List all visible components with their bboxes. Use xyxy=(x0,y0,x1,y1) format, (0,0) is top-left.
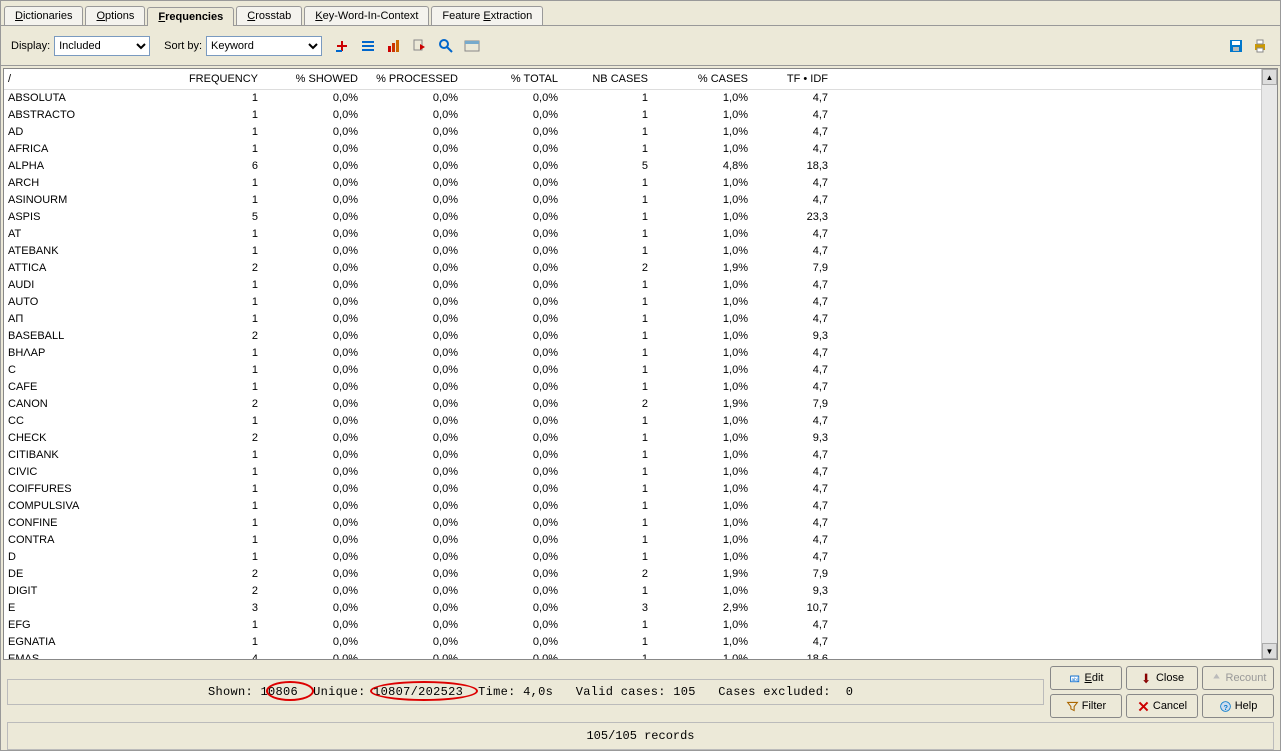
window-icon[interactable] xyxy=(462,36,482,56)
table-row[interactable]: CAFE10,0%0,0%0,0%11,0%4,7 xyxy=(4,378,1261,395)
find-icon[interactable] xyxy=(436,36,456,56)
edit-button[interactable]: ab|Edit xyxy=(1050,666,1122,690)
table-row[interactable]: EGNATIA10,0%0,0%0,0%11,0%4,7 xyxy=(4,633,1261,650)
table-row[interactable]: BHΛAP10,0%0,0%0,0%11,0%4,7 xyxy=(4,344,1261,361)
col-tf-idf[interactable]: TF • IDF xyxy=(756,69,836,89)
table-row[interactable]: CANON20,0%0,0%0,0%21,9%7,9 xyxy=(4,395,1261,412)
close-button[interactable]: Close xyxy=(1126,666,1198,690)
col-frequency[interactable]: FREQUENCY xyxy=(176,69,266,89)
col--cases[interactable]: % CASES xyxy=(656,69,756,89)
table-row[interactable]: ABSTRACTO10,0%0,0%0,0%11,0%4,7 xyxy=(4,106,1261,123)
tab-frequencies[interactable]: Frequencies xyxy=(147,7,234,26)
table-row[interactable]: AT10,0%0,0%0,0%11,0%4,7 xyxy=(4,225,1261,242)
table-row[interactable]: EMAS40,0%0,0%0,0%11,0%18,6 xyxy=(4,650,1261,659)
col--processed[interactable]: % PROCESSED xyxy=(366,69,466,89)
table-row[interactable]: ATEBANK10,0%0,0%0,0%11,0%4,7 xyxy=(4,242,1261,259)
tab-feature-extraction[interactable]: Feature Extraction xyxy=(431,6,543,25)
recount-button: Recount xyxy=(1202,666,1274,690)
table-row[interactable]: ATTICA20,0%0,0%0,0%21,9%7,9 xyxy=(4,259,1261,276)
chart-icon[interactable] xyxy=(384,36,404,56)
col--total[interactable]: % TOTAL xyxy=(466,69,566,89)
table-row[interactable]: DIGIT20,0%0,0%0,0%11,0%9,3 xyxy=(4,582,1261,599)
save-icon[interactable] xyxy=(1226,36,1246,56)
tab-options[interactable]: Options xyxy=(85,6,145,25)
list-icon[interactable] xyxy=(358,36,378,56)
frequency-grid[interactable]: /FREQUENCY% SHOWED% PROCESSED% TOTALNB C… xyxy=(4,69,1261,659)
export-icon[interactable] xyxy=(410,36,430,56)
table-row[interactable]: COIFFURES10,0%0,0%0,0%11,0%4,7 xyxy=(4,480,1261,497)
filter-button[interactable]: Filter xyxy=(1050,694,1122,718)
svg-text:?: ? xyxy=(1223,702,1228,711)
table-row[interactable]: ARCH10,0%0,0%0,0%11,0%4,7 xyxy=(4,174,1261,191)
table-row[interactable]: AUTO10,0%0,0%0,0%11,0%4,7 xyxy=(4,293,1261,310)
add-remove-icon[interactable] xyxy=(332,36,352,56)
col-nb-cases[interactable]: NB CASES xyxy=(566,69,656,89)
tab-key-word-in-context[interactable]: Key-Word-In-Context xyxy=(304,6,429,25)
tab-bar: DictionariesOptionsFrequenciesCrosstabKe… xyxy=(1,1,1280,26)
records-bar: 105/105 records xyxy=(7,722,1274,750)
toolbar: Display: Included Sort by: Keyword xyxy=(1,26,1280,66)
sort-by-label: Sort by: xyxy=(164,40,202,52)
help-button[interactable]: ?Help xyxy=(1202,694,1274,718)
cancel-button[interactable]: Cancel xyxy=(1126,694,1198,718)
table-row[interactable]: CC10,0%0,0%0,0%11,0%4,7 xyxy=(4,412,1261,429)
table-row[interactable]: AFRICA10,0%0,0%0,0%11,0%4,7 xyxy=(4,140,1261,157)
table-row[interactable]: AΠ10,0%0,0%0,0%11,0%4,7 xyxy=(4,310,1261,327)
display-select[interactable]: Included xyxy=(54,36,150,56)
table-row[interactable]: AUDI10,0%0,0%0,0%11,0%4,7 xyxy=(4,276,1261,293)
col--showed[interactable]: % SHOWED xyxy=(266,69,366,89)
table-row[interactable]: EFG10,0%0,0%0,0%11,0%4,7 xyxy=(4,616,1261,633)
edit-label: dit xyxy=(1092,672,1104,684)
tab-crosstab[interactable]: Crosstab xyxy=(236,6,302,25)
table-row[interactable]: D10,0%0,0%0,0%11,0%4,7 xyxy=(4,548,1261,565)
tab-dictionaries[interactable]: Dictionaries xyxy=(4,6,83,25)
display-label: Display: xyxy=(11,40,50,52)
table-row[interactable]: ASINOURM10,0%0,0%0,0%11,0%4,7 xyxy=(4,191,1261,208)
table-row[interactable]: C10,0%0,0%0,0%11,0%4,7 xyxy=(4,361,1261,378)
table-row[interactable]: CHECK20,0%0,0%0,0%11,0%9,3 xyxy=(4,429,1261,446)
table-row[interactable]: CONFINE10,0%0,0%0,0%11,0%4,7 xyxy=(4,514,1261,531)
table-row[interactable]: E30,0%0,0%0,0%32,9%10,7 xyxy=(4,599,1261,616)
table-row[interactable]: ASPIS50,0%0,0%0,0%11,0%23,3 xyxy=(4,208,1261,225)
table-row[interactable]: ABSOLUTA10,0%0,0%0,0%11,0%4,7 xyxy=(4,89,1261,106)
sort-by-select[interactable]: Keyword xyxy=(206,36,322,56)
table-row[interactable]: AD10,0%0,0%0,0%11,0%4,7 xyxy=(4,123,1261,140)
table-row[interactable]: DE20,0%0,0%0,0%21,9%7,9 xyxy=(4,565,1261,582)
svg-text:ab|: ab| xyxy=(1071,676,1078,682)
col-keyword[interactable]: / xyxy=(4,69,176,89)
scroll-up-icon[interactable]: ▲ xyxy=(1262,69,1277,85)
scroll-down-icon[interactable]: ▼ xyxy=(1262,643,1277,659)
print-icon[interactable] xyxy=(1250,36,1270,56)
table-row[interactable]: CITIBANK10,0%0,0%0,0%11,0%4,7 xyxy=(4,446,1261,463)
table-row[interactable]: BASEBALL20,0%0,0%0,0%11,0%9,3 xyxy=(4,327,1261,344)
table-row[interactable]: ALPHA60,0%0,0%0,0%54,8%18,3 xyxy=(4,157,1261,174)
table-row[interactable]: CIVIC10,0%0,0%0,0%11,0%4,7 xyxy=(4,463,1261,480)
status-bar: Shown: 10806 Unique: 10807/202523 Time: … xyxy=(7,679,1044,705)
table-row[interactable]: CONTRA10,0%0,0%0,0%11,0%4,7 xyxy=(4,531,1261,548)
table-row[interactable]: COMPULSIVA10,0%0,0%0,0%11,0%4,7 xyxy=(4,497,1261,514)
vertical-scrollbar[interactable]: ▲ ▼ xyxy=(1261,69,1277,659)
